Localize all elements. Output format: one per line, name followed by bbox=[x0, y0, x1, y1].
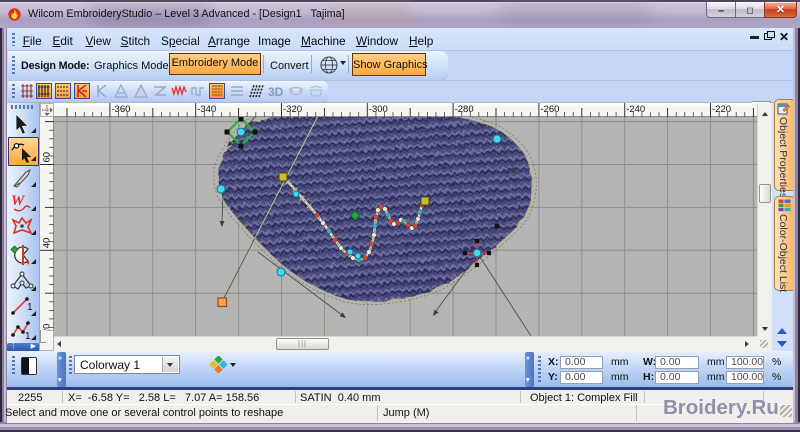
svg-text:-320: -320 bbox=[283, 104, 302, 115]
svg-text:-240: -240 bbox=[626, 104, 645, 115]
svg-text:-340: -340 bbox=[197, 104, 216, 115]
svg-text:-300: -300 bbox=[369, 104, 388, 115]
svg-text:-280: -280 bbox=[455, 104, 474, 115]
svg-text:60: 60 bbox=[42, 152, 53, 163]
svg-text:W: W bbox=[11, 193, 26, 209]
svg-text:-360: -360 bbox=[111, 104, 130, 115]
svg-text:40: 40 bbox=[42, 238, 53, 249]
svg-text:-260: -260 bbox=[540, 104, 559, 115]
svg-text:-220: -220 bbox=[712, 104, 731, 115]
